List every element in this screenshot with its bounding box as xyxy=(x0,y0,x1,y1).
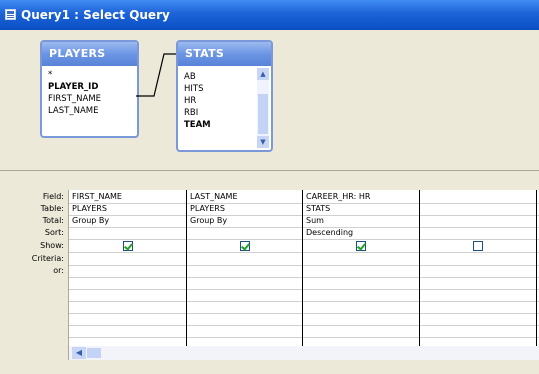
cell-field[interactable]: LAST_NAME xyxy=(187,192,238,201)
window-titlebar[interactable]: Query1 : Select Query xyxy=(0,0,539,30)
cell-total[interactable]: Sum xyxy=(303,216,324,225)
design-grid-pane: Field: Table: Total: Sort: Show: Criteri… xyxy=(0,180,539,374)
design-grid: FIRST_NAME PLAYERS Group By LAST_NAME PL… xyxy=(68,190,539,360)
cell-sort[interactable]: Descending xyxy=(303,228,353,237)
table-pane: PLAYERS * PLAYER_ID FIRST_NAME LAST_NAME… xyxy=(0,30,539,199)
row-label-or: or: xyxy=(53,266,64,275)
stats-scrollbar[interactable]: ▲ ▼ xyxy=(257,68,269,148)
row-label-field: Field: xyxy=(42,192,64,201)
grid-column-last-name[interactable]: LAST_NAME PLAYERS Group By xyxy=(187,190,303,358)
row-label-sort: Sort: xyxy=(44,228,64,237)
grid-column-empty[interactable] xyxy=(420,190,537,358)
stats-table-window[interactable]: STATS AB HITS HR RBI TEAM ▲ ▼ xyxy=(176,40,273,152)
row-label-table: Table: xyxy=(40,204,64,213)
arrow-left-icon[interactable]: ◀ xyxy=(72,347,86,359)
cell-table[interactable]: PLAYERS xyxy=(187,204,225,213)
hscroll-thumb[interactable] xyxy=(87,348,101,358)
grid-column-first-name[interactable]: FIRST_NAME PLAYERS Group By xyxy=(69,190,187,358)
show-checkbox[interactable] xyxy=(473,241,483,251)
cell-table[interactable]: PLAYERS xyxy=(69,204,107,213)
row-label-criteria: Criteria: xyxy=(31,254,64,263)
show-checkbox[interactable] xyxy=(123,241,133,251)
scroll-thumb[interactable] xyxy=(258,94,268,134)
cell-total[interactable]: Group By xyxy=(187,216,227,225)
cell-table[interactable]: STATS xyxy=(303,204,330,213)
cell-field[interactable]: CAREER_HR: HR xyxy=(303,192,370,201)
row-label-total: Total: xyxy=(42,216,64,225)
query-icon xyxy=(5,9,16,20)
cell-total[interactable]: Group By xyxy=(69,216,109,225)
arrow-up-icon[interactable]: ▲ xyxy=(257,68,269,80)
show-checkbox[interactable] xyxy=(356,241,366,251)
stats-table-title[interactable]: STATS xyxy=(178,42,271,66)
window-title: Query1 : Select Query xyxy=(21,8,170,22)
grid-column-career-hr[interactable]: CAREER_HR: HR STATS Sum Descending xyxy=(303,190,420,358)
grid-hscroll[interactable]: ◀ xyxy=(69,346,539,360)
row-label-show: Show: xyxy=(40,241,64,250)
show-checkbox[interactable] xyxy=(240,241,250,251)
cell-field[interactable]: FIRST_NAME xyxy=(69,192,122,201)
arrow-down-icon[interactable]: ▼ xyxy=(257,136,269,148)
